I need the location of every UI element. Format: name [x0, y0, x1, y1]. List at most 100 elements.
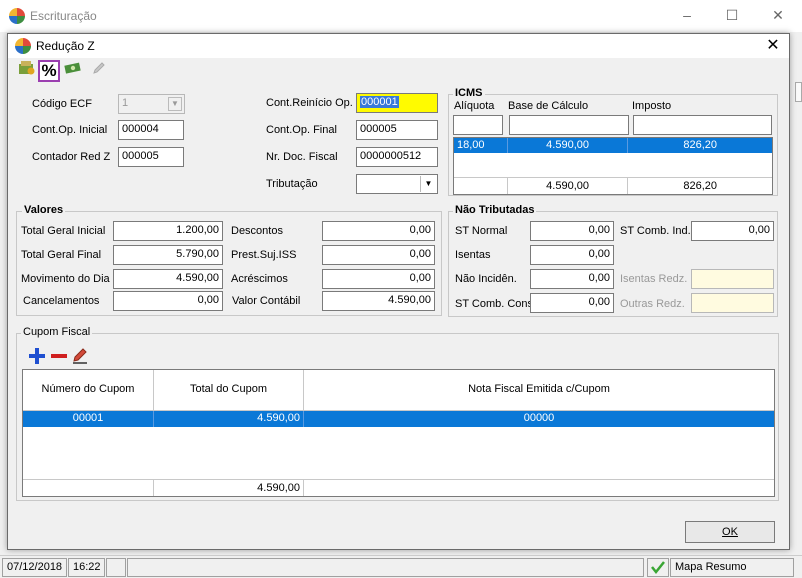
- nr-doc-fiscal-label: Nr. Doc. Fiscal: [266, 151, 338, 163]
- cupom-total-spacer: [23, 480, 154, 496]
- icms-grid: 18,00 4.590,00 826,20 4.590,00 826,20: [453, 137, 773, 195]
- main-window-titlebar: Escrituração – ☐ ✕: [0, 0, 802, 32]
- background-field: [795, 82, 802, 102]
- cancelamentos-label: Cancelamentos: [23, 295, 100, 307]
- contador-red-z-input[interactable]: 000005: [118, 147, 184, 167]
- edit-pencil-icon[interactable]: [88, 60, 110, 82]
- isentas-redz-label: Isentas Redz.: [620, 273, 688, 285]
- st-comb-cons-input[interactable]: 0,00: [530, 293, 614, 313]
- check-icon: [647, 558, 669, 577]
- app-logo-icon: [15, 38, 31, 54]
- acrescimos-input[interactable]: 0,00: [322, 269, 435, 289]
- icms-base-input[interactable]: [509, 115, 629, 135]
- icms-total-row: 4.590,00 826,20: [454, 177, 772, 194]
- icms-row-imposto: 826,20: [683, 139, 717, 151]
- isentas-input[interactable]: 0,00: [530, 245, 614, 265]
- prest-suj-iss-input[interactable]: 0,00: [322, 245, 435, 265]
- prest-suj-iss-label: Prest.Suj.ISS: [231, 249, 297, 261]
- valores-title: Valores: [22, 204, 66, 216]
- cont-op-inicial-input[interactable]: 000004: [118, 120, 184, 140]
- valor-contabil-input[interactable]: 4.590,00: [322, 291, 435, 311]
- isentas-redz-input[interactable]: [691, 269, 774, 289]
- st-normal-label: ST Normal: [455, 225, 508, 237]
- minimize-icon[interactable]: –: [672, 4, 702, 26]
- icms-col-aliquota: Alíquota: [454, 100, 495, 112]
- codigo-ecf-select[interactable]: 1 ▼: [118, 94, 185, 114]
- cont-reinicio-op-input[interactable]: 000001: [356, 93, 438, 113]
- acrescimos-label: Acréscimos: [231, 273, 288, 285]
- cont-op-inicial-label: Cont.Op. Inicial: [32, 124, 108, 136]
- nr-doc-fiscal-input[interactable]: 0000000512: [356, 147, 438, 167]
- nao-incidencia-input[interactable]: 0,00: [530, 269, 614, 289]
- tributacao-select[interactable]: ▼: [356, 174, 438, 194]
- icms-total-imposto: 826,20: [683, 180, 717, 192]
- dialog-close-icon[interactable]: ✕: [760, 35, 786, 57]
- table-row[interactable]: 00001 4.590,00 00000: [23, 411, 774, 427]
- icms-total-base: 4.590,00: [508, 178, 628, 194]
- status-message: [127, 558, 644, 577]
- cupom-header: Número do Cupom Total do Cupom Nota Fisc…: [23, 370, 774, 411]
- icms-row-base: 4.590,00: [508, 138, 628, 153]
- total-geral-final-input[interactable]: 5.790,00: [113, 245, 223, 265]
- cupom-row-numero: 00001: [23, 411, 154, 427]
- st-comb-ind-label: ST Comb. Ind.: [620, 225, 691, 237]
- percent-button[interactable]: %: [38, 60, 60, 82]
- descontos-label: Descontos: [231, 225, 283, 237]
- table-row[interactable]: 18,00 4.590,00 826,20: [454, 138, 772, 153]
- app-logo-icon: [9, 8, 25, 24]
- edit-pencil-icon[interactable]: [71, 347, 89, 365]
- nao-incidencia-label: Não Incidên.: [455, 273, 517, 285]
- icms-total-spacer: [454, 178, 508, 194]
- codigo-ecf-label: Código ECF: [32, 98, 92, 110]
- cont-op-final-label: Cont.Op. Final: [266, 124, 337, 136]
- dialog-title: Redução Z: [36, 39, 95, 53]
- cupom-col-total: Total do Cupom: [154, 370, 304, 410]
- cont-op-final-input[interactable]: 000005: [356, 120, 438, 140]
- chevron-down-icon[interactable]: ▼: [168, 97, 182, 111]
- st-comb-cons-label: ST Comb. Cons: [455, 298, 534, 310]
- icms-aliquota-input[interactable]: [453, 115, 503, 135]
- close-icon[interactable]: ✕: [763, 4, 793, 26]
- status-date: 07/12/2018: [2, 558, 67, 577]
- isentas-label: Isentas: [455, 249, 491, 261]
- cupom-col-numero: Número do Cupom: [23, 370, 154, 410]
- cupom-grid: Número do Cupom Total do Cupom Nota Fisc…: [22, 369, 775, 497]
- cupom-row-nota: 00000: [523, 412, 555, 424]
- reducao-z-dialog: Redução Z ✕ % Código ECF 1 ▼ Cont.Op. In…: [7, 33, 790, 550]
- status-mapa-resumo: Mapa Resumo: [670, 558, 794, 577]
- calculator-icon[interactable]: [16, 60, 38, 82]
- outras-redz-label: Outras Redz.: [620, 298, 685, 310]
- cancelamentos-input[interactable]: 0,00: [113, 291, 223, 311]
- descontos-input[interactable]: 0,00: [322, 221, 435, 241]
- ok-button[interactable]: OK: [685, 521, 775, 543]
- codigo-ecf-value: 1: [122, 97, 129, 109]
- st-normal-input[interactable]: 0,00: [530, 221, 614, 241]
- main-window-title: Escrituração: [30, 9, 97, 23]
- cupom-total-value: 4.590,00: [154, 480, 304, 496]
- total-geral-final-label: Total Geral Final: [21, 249, 102, 261]
- icms-title: ICMS: [453, 87, 485, 99]
- st-comb-ind-input[interactable]: 0,00: [691, 221, 774, 241]
- remove-icon[interactable]: [50, 347, 68, 365]
- add-icon[interactable]: [28, 347, 46, 365]
- cont-reinicio-op-value: 000001: [360, 96, 399, 108]
- status-time: 16:22: [68, 558, 105, 577]
- maximize-icon[interactable]: ☐: [717, 4, 747, 26]
- icms-imposto-input[interactable]: [633, 115, 772, 135]
- total-geral-inicial-input[interactable]: 1.200,00: [113, 221, 223, 241]
- money-icon[interactable]: [62, 60, 84, 82]
- chevron-down-icon[interactable]: ▼: [420, 176, 436, 192]
- cupom-total-row: 4.590,00: [23, 479, 774, 496]
- valor-contabil-label: Valor Contábil: [232, 295, 301, 307]
- contador-red-z-label: Contador Red Z: [32, 151, 111, 163]
- dialog-titlebar: Redução Z ✕: [8, 34, 789, 58]
- total-geral-inicial-label: Total Geral Inicial: [21, 225, 106, 237]
- movimento-do-dia-input[interactable]: 4.590,00: [113, 269, 223, 289]
- cupom-col-nota: Nota Fiscal Emitida c/Cupom: [468, 383, 610, 395]
- tributacao-label: Tributação: [266, 178, 318, 190]
- cupom-row-total: 4.590,00: [154, 411, 304, 427]
- ok-label: OK: [722, 526, 738, 538]
- cont-reinicio-op-label: Cont.Reinício Op.: [266, 97, 353, 109]
- outras-redz-input[interactable]: [691, 293, 774, 313]
- icms-col-base: Base de Cálculo: [508, 100, 589, 112]
